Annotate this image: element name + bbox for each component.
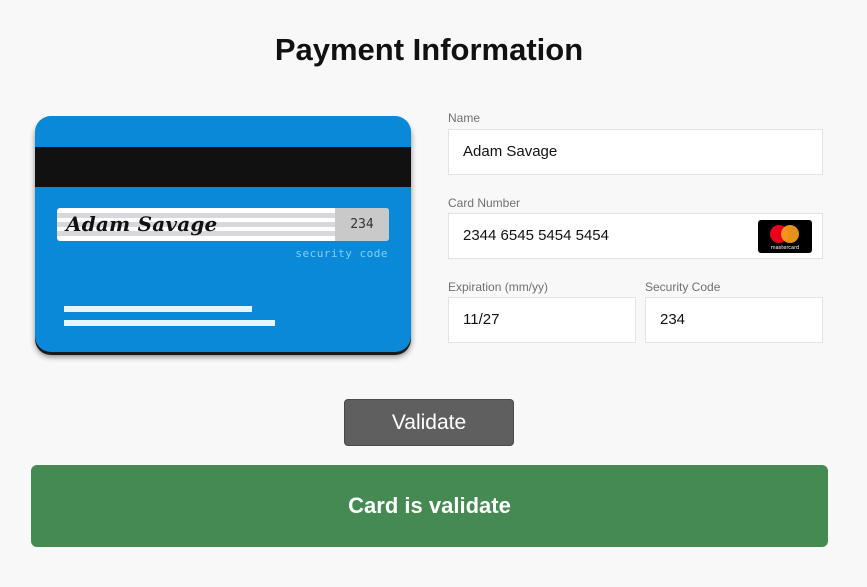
card-decoration-line: [64, 320, 275, 326]
validate-button[interactable]: Validate: [344, 399, 514, 446]
name-field[interactable]: Adam Savage: [448, 129, 823, 175]
payment-page: Payment Information Adam Savage 234 secu…: [0, 0, 867, 587]
expiration-label: Expiration (mm/yy): [448, 280, 549, 294]
security-code-label: security code: [295, 247, 388, 260]
name-label: Name: [448, 111, 481, 125]
card-signature-name: Adam Savage: [66, 212, 218, 236]
mastercard-brand-text: mastercard: [770, 245, 800, 251]
expiration-field[interactable]: 11/27: [448, 297, 636, 343]
credit-card-back-preview: Adam Savage 234 security code: [35, 116, 411, 352]
security-code-field[interactable]: 234: [645, 297, 823, 343]
magnetic-stripe: [35, 147, 411, 187]
validation-status-banner: Card is validate: [31, 465, 828, 547]
mastercard-icon: mastercard: [758, 220, 812, 253]
card-number-label: Card Number: [448, 196, 521, 210]
security-code-field-label: Security Code: [645, 280, 721, 294]
card-decoration-line: [64, 306, 252, 312]
card-number-field[interactable]: 2344 6545 5454 5454 mastercard: [448, 213, 823, 259]
card-cvv: 234: [350, 217, 374, 232]
signature-panel: Adam Savage 234: [57, 208, 389, 241]
card-number-value: 2344 6545 5454 5454: [463, 227, 609, 244]
page-title: Payment Information: [274, 32, 584, 67]
